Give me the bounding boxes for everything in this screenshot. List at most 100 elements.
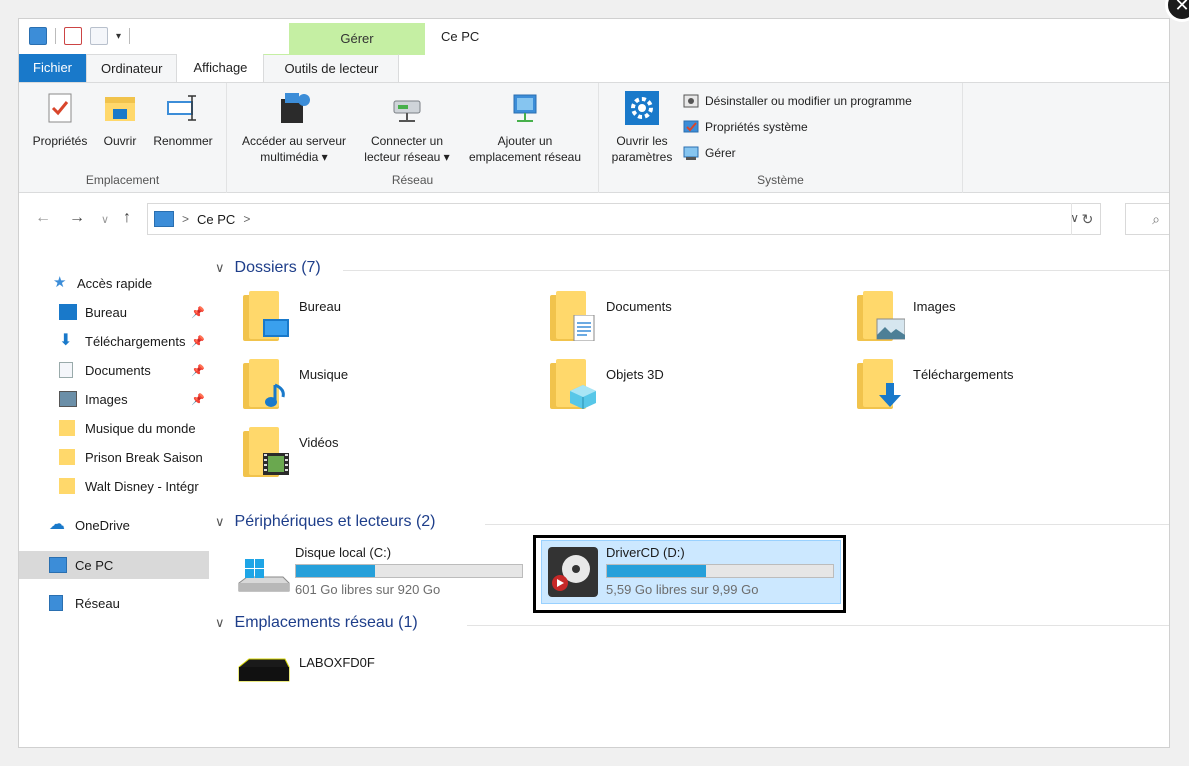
folder-tile-desktop[interactable]: Bureau — [243, 291, 341, 343]
folder-label: Musique — [299, 367, 349, 382]
media-server-label-1: Accéder au serveur — [241, 134, 347, 148]
group-title-system: Système — [757, 173, 804, 187]
picture-icon — [59, 391, 77, 407]
system-properties-button[interactable]: Propriétés système — [683, 119, 808, 135]
system-properties-icon — [683, 120, 699, 133]
ribbon: Propriétés Ouvrir Renommer Emplacement A… — [19, 83, 1169, 193]
folder-tile-pictures[interactable]: Images — [857, 291, 956, 343]
tab-computer[interactable]: Ordinateur — [86, 54, 178, 82]
network-icon — [49, 595, 63, 611]
sidebar-item-documents[interactable]: Documents 📌 — [19, 356, 209, 384]
section-title-network: Emplacements réseau (1) — [234, 614, 418, 631]
breadcrumb-ce-pc[interactable]: Ce PC — [197, 212, 235, 227]
manage-icon — [683, 146, 699, 160]
drive-usage-fill — [296, 565, 376, 577]
network-drive-icon — [390, 91, 424, 125]
media-server-icon — [277, 91, 311, 125]
sidebar-item-label: OneDrive — [75, 517, 130, 533]
tab-file[interactable]: Fichier — [19, 54, 87, 82]
sidebar-item-onedrive[interactable]: ☁ OneDrive — [19, 511, 209, 539]
folder-tile-downloads[interactable]: Téléchargements — [857, 359, 1013, 411]
network-item-laboxfd0f[interactable]: LABOXFD0F — [235, 649, 375, 701]
sidebar-item-label: Téléchargements — [85, 333, 186, 349]
collapse-chevron-icon[interactable]: ∨ — [215, 260, 225, 276]
drive-info: Disque local (C:) 601 Go libres sur 920 … — [295, 545, 523, 603]
sidebar-item-folder[interactable]: Prison Break Saison — [19, 443, 209, 471]
map-network-drive-button[interactable]: Connecter un lecteur réseau ▾ — [357, 91, 457, 165]
open-settings-button[interactable]: Ouvrir les paramètres — [603, 91, 681, 165]
folder-tile-videos[interactable]: Vidéos — [243, 427, 339, 479]
tab-drive-tools[interactable]: Outils de lecteur — [263, 54, 400, 82]
folder-tile-music[interactable]: Musique — [243, 359, 348, 411]
map-network-drive-label-2: lecteur réseau ▾ — [364, 150, 450, 164]
document-icon — [59, 362, 73, 378]
content-pane: ∨ Dossiers (7) Bureau Documents Images M… — [215, 255, 1169, 747]
sidebar-item-label: Bureau — [85, 304, 127, 320]
sidebar-item-downloads[interactable]: ⬇ Téléchargements 📌 — [19, 327, 209, 355]
section-devices[interactable]: ∨ Périphériques et lecteurs (2) — [215, 513, 1169, 531]
sidebar-item-pictures[interactable]: Images 📌 — [19, 385, 209, 413]
navigation-pane: ★ Accès rapide Bureau 📌 ⬇ Téléchargement… — [19, 263, 209, 747]
open-button[interactable]: Ouvrir — [95, 91, 145, 149]
collapse-chevron-icon[interactable]: ∨ — [215, 514, 225, 530]
rename-icon — [166, 91, 200, 125]
media-server-label-2: multimédia ▾ — [260, 150, 328, 164]
pin-icon[interactable]: 📌 — [191, 364, 205, 377]
up-arrow-icon[interactable]: ↑ — [123, 209, 131, 227]
network-device-icon — [235, 649, 291, 701]
section-folders[interactable]: ∨ Dossiers (7) — [215, 259, 1169, 277]
collapse-chevron-icon[interactable]: ∨ — [215, 615, 225, 631]
address-bar[interactable]: > Ce PC > — [147, 203, 1101, 235]
pin-icon[interactable]: 📌 — [191, 335, 205, 348]
rename-label: Renommer — [153, 134, 213, 148]
rename-button[interactable]: Renommer — [147, 91, 219, 149]
section-divider — [467, 625, 1169, 626]
title-bar: ▾ Gérer Ce PC — [19, 19, 1169, 55]
recent-locations-chevron-icon[interactable]: ∨ — [101, 213, 109, 226]
new-folder-icon[interactable] — [90, 27, 108, 45]
ribbon-group-network: Accéder au serveur multimédia ▾ Connecte… — [227, 83, 599, 193]
open-folder-icon — [103, 91, 137, 125]
drive-usage-bar — [295, 564, 523, 578]
sidebar-item-folder[interactable]: Walt Disney - Intégr — [19, 472, 209, 500]
quick-access-toolbar: ▾ — [29, 27, 131, 45]
search-input[interactable]: ⌕ — [1125, 203, 1169, 235]
folder-icon — [59, 478, 75, 494]
folder-tile-documents[interactable]: Documents — [550, 291, 672, 343]
drive-tile-c[interactable]: Disque local (C:) 601 Go libres sur 920 … — [235, 543, 549, 605]
folder-label: Images — [913, 299, 956, 314]
add-network-location-button[interactable]: Ajouter un emplacement réseau — [459, 91, 591, 165]
sidebar-item-this-pc[interactable]: Ce PC — [19, 551, 209, 579]
uninstall-program-button[interactable]: Désinstaller ou modifier un programme — [683, 93, 912, 109]
sidebar-item-label: Images — [85, 391, 128, 407]
section-network-locations[interactable]: ∨ Emplacements réseau (1) — [215, 614, 1169, 632]
computer-icon[interactable] — [29, 27, 47, 45]
folder-tile-3d-objects[interactable]: Objets 3D — [550, 359, 664, 411]
breadcrumb-separator[interactable]: > — [243, 212, 250, 226]
open-settings-label-2: paramètres — [611, 150, 673, 164]
sidebar-item-network[interactable]: Réseau — [19, 589, 209, 617]
back-arrow-icon[interactable]: ← — [35, 209, 51, 227]
forward-arrow-icon[interactable]: → — [69, 209, 85, 227]
star-icon: ★ — [53, 274, 67, 291]
desktop-icon — [59, 304, 77, 320]
refresh-icon[interactable]: ↻ — [1071, 203, 1103, 235]
manage-contextual-header: Gérer — [289, 23, 425, 55]
manage-button[interactable]: Gérer — [683, 145, 736, 161]
properties-icon[interactable] — [64, 27, 82, 45]
sidebar-item-quick-access[interactable]: ★ Accès rapide — [19, 269, 209, 297]
tab-view[interactable]: Affichage — [179, 54, 261, 82]
breadcrumb-separator: > — [182, 212, 190, 226]
customize-toolbar-icon[interactable]: ▾ — [116, 31, 121, 42]
properties-button[interactable]: Propriétés — [27, 91, 93, 149]
sidebar-item-label: Musique du monde — [85, 420, 196, 436]
search-icon: ⌕ — [1152, 211, 1160, 227]
sidebar-item-desktop[interactable]: Bureau 📌 — [19, 298, 209, 326]
group-title-location: Emplacement — [85, 173, 160, 187]
pin-icon[interactable]: 📌 — [191, 306, 205, 319]
media-server-button[interactable]: Accéder au serveur multimédia ▾ — [233, 91, 355, 165]
pin-icon[interactable]: 📌 — [191, 393, 205, 406]
3d-objects-folder-icon — [550, 359, 598, 411]
pictures-folder-icon — [857, 291, 905, 343]
sidebar-item-folder[interactable]: Musique du monde — [19, 414, 209, 442]
